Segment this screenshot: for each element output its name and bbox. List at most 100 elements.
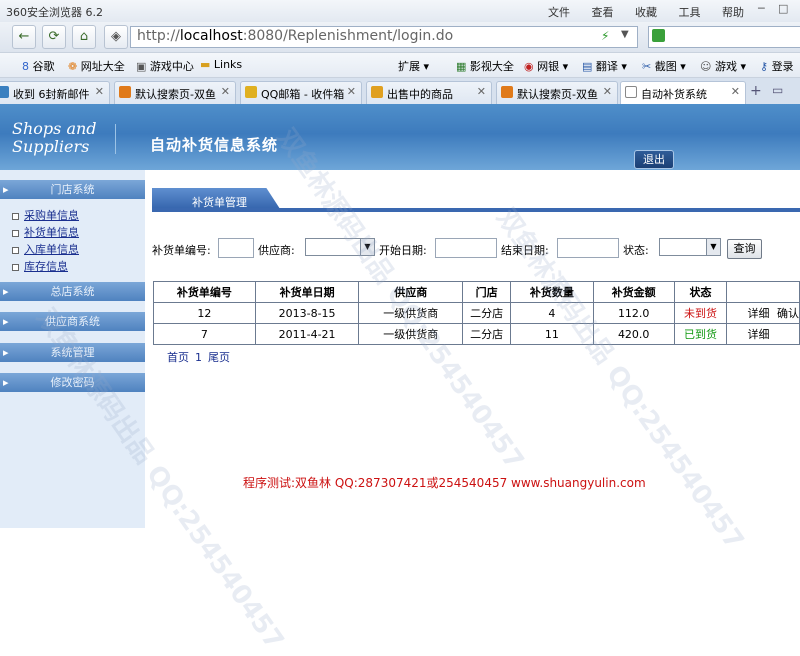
tab-label: 收到 6封新邮件 bbox=[13, 88, 90, 101]
search-engine-icon[interactable] bbox=[652, 29, 665, 42]
col-amount: 补货金额 bbox=[592, 281, 675, 303]
detail-link[interactable]: 详细 bbox=[747, 307, 769, 320]
toolbar-games[interactable]: ☺ 游戏 ▾ bbox=[700, 58, 746, 74]
sidebar-item-inbound-orders[interactable]: 入库单信息 bbox=[12, 241, 79, 257]
key-icon: ⚷ bbox=[760, 60, 772, 73]
logout-button[interactable]: 退出 bbox=[634, 150, 674, 169]
sidebar-item-inventory[interactable]: 库存信息 bbox=[12, 258, 68, 274]
refresh-icon[interactable]: ⟳ bbox=[42, 25, 66, 49]
toolbar-translate[interactable]: ▤ 翻译 ▾ bbox=[582, 58, 627, 74]
pager-last[interactable]: 尾页 bbox=[208, 351, 230, 364]
gamepad-icon: ☺ bbox=[700, 60, 715, 73]
shop-icon bbox=[371, 86, 383, 98]
menu-favorites[interactable]: 收藏 bbox=[635, 6, 657, 19]
panel-rule bbox=[152, 208, 800, 212]
toolbar-video[interactable]: ▦ 影视大全 bbox=[456, 58, 514, 74]
google-icon: 8 bbox=[22, 60, 33, 73]
tab-search-1[interactable]: 默认搜索页-双鱼 ✕ bbox=[114, 81, 236, 104]
cell-supplier: 一级供货商 bbox=[358, 323, 464, 345]
url-host: localhost bbox=[179, 28, 243, 44]
tab-label: 默认搜索页-双鱼 bbox=[135, 88, 216, 101]
restore-icon[interactable]: □ bbox=[778, 2, 788, 15]
close-icon[interactable]: ✕ bbox=[731, 85, 740, 98]
detail-link[interactable]: 详细 bbox=[747, 328, 769, 341]
sidebar-item-label: 采购单信息 bbox=[24, 209, 79, 222]
toolbar-bank[interactable]: ◉ 网银 ▾ bbox=[524, 58, 568, 74]
folder-icon: ▬ bbox=[200, 58, 214, 71]
tab-search-2[interactable]: 默认搜索页-双鱼 ✕ bbox=[496, 81, 618, 104]
table-header-row: 补货单编号 补货单日期 供应商 门店 补货数量 补货金额 状态 bbox=[153, 281, 800, 303]
back-arrow-icon[interactable]: ← bbox=[12, 25, 36, 49]
fav-sites[interactable]: ❁ 网址大全 bbox=[68, 58, 125, 74]
chevron-down-icon: ▼ bbox=[360, 239, 374, 255]
menu-tools[interactable]: 工具 bbox=[679, 6, 701, 19]
new-tab-icon[interactable]: + bbox=[750, 83, 762, 99]
fav-links[interactable]: ▬ Links bbox=[200, 58, 242, 71]
cell-store: 二分店 bbox=[462, 323, 512, 345]
tab-replenishment[interactable]: 自动补货系统 ✕ bbox=[620, 81, 746, 105]
sidebar-section-store[interactable]: ▸ 门店系统 bbox=[0, 180, 145, 199]
pager-first[interactable]: 首页 bbox=[167, 351, 189, 364]
close-icon[interactable]: ✕ bbox=[477, 85, 486, 98]
tab-qqmail[interactable]: QQ邮箱 - 收件箱 ✕ bbox=[240, 81, 362, 104]
film-icon: ▦ bbox=[456, 60, 470, 73]
close-icon[interactable]: ✕ bbox=[221, 85, 230, 98]
lightning-icon[interactable]: ⚡ bbox=[601, 29, 609, 43]
address-bar[interactable]: http://localhost:8080/Replenishment/logi… bbox=[130, 26, 638, 48]
query-button[interactable]: 查询 bbox=[727, 239, 762, 259]
search-input[interactable] bbox=[648, 26, 800, 48]
minimize-icon[interactable]: ─ bbox=[758, 2, 765, 15]
shield-icon[interactable]: ◈ bbox=[104, 25, 128, 49]
fav-google[interactable]: 8 谷歌 bbox=[22, 58, 55, 74]
toolbar-extensions[interactable]: 扩展 ▾ bbox=[398, 58, 429, 74]
games-label: 游戏 bbox=[714, 60, 737, 73]
sidebar-item-purchase-orders[interactable]: 采购单信息 bbox=[12, 207, 79, 223]
tab-list-icon[interactable]: ▭ bbox=[772, 83, 783, 97]
sidebar-item-replenishment-orders[interactable]: 补货单信息 bbox=[12, 224, 79, 240]
section-label: 门店系统 bbox=[50, 183, 95, 196]
screenshot-label: 截图 bbox=[654, 60, 677, 73]
login-label: 登录 bbox=[771, 60, 794, 73]
sidebar-section-supplier[interactable]: ▸ 供应商系统 bbox=[0, 312, 145, 331]
fav-games[interactable]: ▣ 游戏中心 bbox=[136, 58, 194, 74]
sidebar-section-password[interactable]: ▸ 修改密码 bbox=[0, 373, 145, 392]
cell-actions: 详细 确认 bbox=[726, 302, 800, 324]
menu-file[interactable]: 文件 bbox=[548, 6, 570, 19]
menu-view[interactable]: 查看 bbox=[592, 6, 614, 19]
status-select[interactable]: ▼ bbox=[659, 238, 721, 256]
order-no-input[interactable] bbox=[218, 238, 254, 258]
close-icon[interactable]: ✕ bbox=[347, 85, 356, 98]
cell-status: 未到货 bbox=[673, 302, 728, 324]
home-icon[interactable]: ⌂ bbox=[72, 25, 96, 49]
col-order-date: 补货单日期 bbox=[254, 281, 360, 303]
footer-credit: 程序测试:双鱼林 QQ:287307421或254540457 www.shua… bbox=[243, 476, 646, 490]
end-date-input[interactable] bbox=[557, 238, 619, 258]
bank-label: 网银 bbox=[537, 60, 560, 73]
scissors-icon: ✂ bbox=[642, 60, 655, 73]
url-prefix: http:// bbox=[137, 28, 180, 44]
sidebar-section-headquarters[interactable]: ▸ 总店系统 bbox=[0, 282, 145, 301]
start-date-label: 开始日期: bbox=[379, 244, 427, 257]
fav-sites-label: 网址大全 bbox=[80, 60, 125, 73]
sidebar-section-system[interactable]: ▸ 系统管理 bbox=[0, 343, 145, 362]
caret-icon: ▸ bbox=[3, 376, 9, 389]
toolbar-screenshot[interactable]: ✂ 截图 ▾ bbox=[642, 58, 686, 74]
menu-help[interactable]: 帮助 bbox=[722, 6, 744, 19]
mail-icon bbox=[0, 86, 9, 98]
start-date-input[interactable] bbox=[435, 238, 497, 258]
supplier-select[interactable]: ▼ bbox=[305, 238, 375, 256]
section-label: 总店系统 bbox=[50, 285, 95, 298]
browser-nav-bar: ← ⟳ ⌂ ◈ http://localhost:8080/Replenishm… bbox=[0, 22, 800, 53]
chevron-down-icon[interactable]: ▼ bbox=[621, 29, 629, 40]
bullet-icon bbox=[12, 212, 19, 220]
col-store: 门店 bbox=[462, 281, 512, 303]
logo: Shops and Suppliers bbox=[12, 120, 97, 156]
tab-mail[interactable]: 收到 6封新邮件 ✕ bbox=[0, 81, 110, 104]
confirm-link[interactable]: 确认 bbox=[777, 307, 799, 320]
pager: 首页 1 尾页 bbox=[167, 349, 236, 365]
close-icon[interactable]: ✕ bbox=[95, 85, 104, 98]
tab-products[interactable]: 出售中的商品 ✕ bbox=[366, 81, 492, 104]
close-icon[interactable]: ✕ bbox=[603, 85, 612, 98]
toolbar-login[interactable]: ⚷ 登录 bbox=[760, 58, 794, 74]
col-order-no: 补货单编号 bbox=[153, 281, 256, 303]
